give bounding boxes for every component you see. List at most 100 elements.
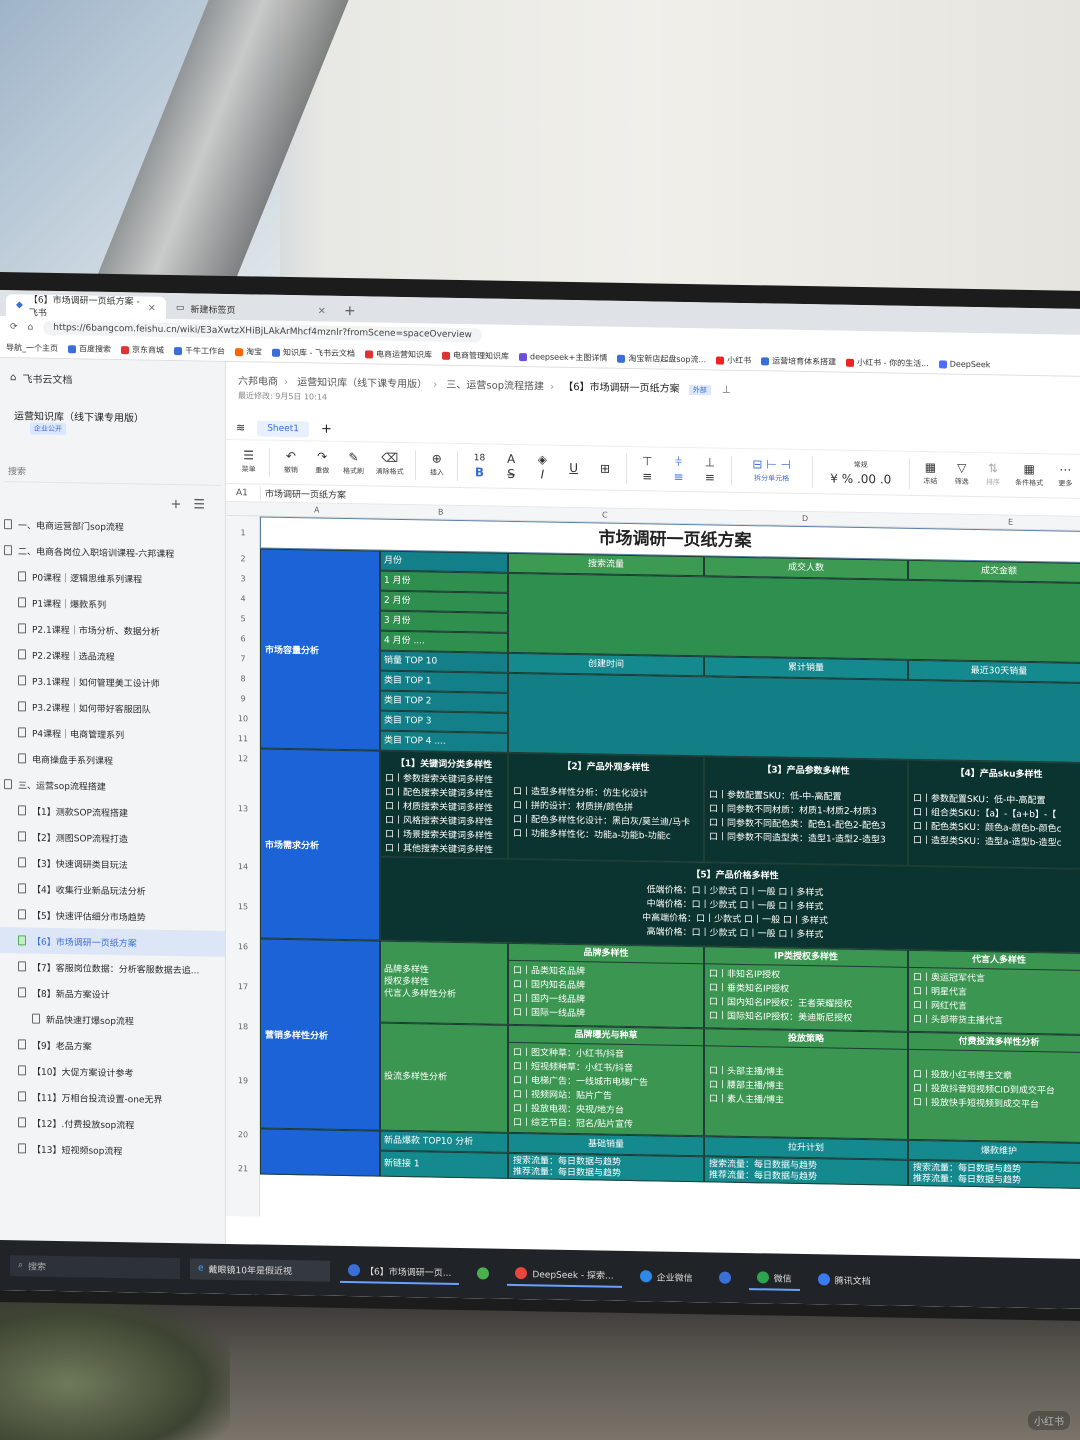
taskbar-news[interactable]: e 戴眼镜10年是假近视	[190, 1257, 330, 1282]
bookmark[interactable]: 小红书 - 你的生活...	[846, 357, 929, 369]
menu-button[interactable]: ☰ 菜单	[234, 448, 263, 475]
category-market-demand[interactable]: 市场需求分析	[260, 748, 380, 941]
sidebar-item[interactable]: 【13】短视频sop流程	[0, 1135, 225, 1165]
sidebar-item[interactable]: P4课程｜电商管理系列	[0, 719, 225, 749]
bookmark[interactable]: deepseek+主图详情	[518, 351, 607, 364]
list-icon[interactable]: ☰	[193, 497, 205, 512]
taskbar-app[interactable]: DeepSeek - 探索...	[507, 1262, 622, 1288]
number-format-select[interactable]: 常规 ¥ % .00 .0	[819, 459, 903, 487]
bookmark[interactable]: 运营培育体系搭建	[761, 355, 836, 367]
bookmark[interactable]: 淘宝	[235, 346, 262, 357]
row-header[interactable]: 7	[226, 654, 260, 664]
taskbar-app[interactable]: 【6】市场调研一页...	[340, 1259, 460, 1285]
row-header[interactable]: 13	[226, 804, 260, 814]
underline-button[interactable]: U	[559, 460, 588, 474]
strategy-cell[interactable]: 投放策略 口丨头部主播/博主 口丨腰部主播/博主 口丨素人主播/博主	[704, 1028, 908, 1140]
flow-cell[interactable]: 搜索流量：每日数据与趋势 推荐流量：每日数据与趋势	[704, 1156, 908, 1186]
taskbar-app[interactable]	[711, 1267, 739, 1287]
row-header[interactable]: 19	[226, 1076, 260, 1086]
sort-button[interactable]: ⇅ 排序	[978, 461, 1007, 488]
row-header[interactable]: 18	[226, 1022, 260, 1032]
row-header[interactable]: 15	[226, 902, 260, 912]
top10-label-cell[interactable]: 新品爆款 TOP10 分析	[380, 1130, 508, 1153]
brand-exposure-cell[interactable]: 品牌曝光与种草 口丨图文种草：小红书/抖音 口丨短视频种草：小红书/抖音 口丨电梯广…	[508, 1024, 704, 1137]
row-header[interactable]: 2	[226, 554, 260, 564]
close-icon[interactable]: ×	[148, 302, 156, 313]
month-row-label[interactable]: 4 月份 ....	[380, 630, 508, 653]
month-row-label[interactable]: 3 月份	[380, 610, 508, 633]
top-row-label[interactable]: 类目 TOP 2	[380, 690, 508, 713]
row-header[interactable]: 10	[226, 714, 260, 724]
keyword-diversity-cell[interactable]: 【1】关键词分类多样性 口丨参数搜索关键词多样性 口丨配色搜索关键词多样性 口丨材质…	[380, 750, 508, 859]
undo-button[interactable]: ↶ 撤销	[276, 449, 305, 476]
row-header[interactable]: 17	[226, 982, 260, 992]
bookmark[interactable]: 电商运营知识库	[364, 348, 432, 360]
top-row-label[interactable]: 类目 TOP 1	[380, 670, 508, 693]
column-header[interactable]: D	[802, 514, 808, 523]
insert-button[interactable]: ⊕ 插入	[422, 452, 451, 478]
bookmark[interactable]: 京东商城	[121, 344, 164, 356]
bookmark[interactable]: DeepSeek	[938, 359, 990, 369]
row-header[interactable]: 14	[226, 862, 260, 872]
pin-icon[interactable]: ⊥	[722, 385, 731, 396]
month-data-cells[interactable]	[508, 572, 1080, 664]
sheet-tab[interactable]: Sheet1	[257, 419, 309, 437]
sidebar-item[interactable]: P1课程｜爆款系列	[0, 589, 225, 619]
parameter-diversity-cell[interactable]: 【3】产品参数多样性 口丨参数配置SKU：低-中-高配置 口丨同参数不同材质：材质…	[704, 756, 908, 866]
category-marketing[interactable]: 营销多样性分析	[260, 938, 380, 1131]
bookmark[interactable]: 电商管理知识库	[441, 350, 509, 362]
sidebar-item[interactable]: 电商操盘手系列课程	[0, 745, 225, 775]
bold-icon[interactable]: B	[475, 465, 484, 479]
sidebar-item[interactable]: P3.2课程｜如何带好客服团队	[0, 693, 225, 723]
new-link-label[interactable]: 新链接 1	[380, 1150, 508, 1179]
reload-icon[interactable]: ⟳	[10, 322, 18, 332]
invest-label-cell[interactable]: 投流多样性分析	[380, 1022, 508, 1133]
label-top10[interactable]: 销量 TOP 10	[380, 650, 508, 673]
add-sheet-button[interactable]: +	[321, 422, 332, 437]
bookmark[interactable]: 千牛工作台	[174, 345, 225, 357]
align-middle-button[interactable]: ⫩ ≡	[664, 455, 693, 484]
bookmark[interactable]: 淘宝新店起盘sop流...	[617, 353, 706, 366]
align-top-button[interactable]: ⊤ ≡	[633, 454, 662, 483]
sidebar-item[interactable]: 一、电商运营部门sop流程	[0, 511, 225, 541]
format-painter-button[interactable]: ✎ 格式刷	[339, 450, 368, 477]
column-header[interactable]: E	[1008, 518, 1013, 527]
row-header[interactable]: 21	[226, 1164, 260, 1174]
new-tab-button[interactable]: +	[336, 303, 364, 322]
conditional-format-button[interactable]: ▦ 条件格式	[1010, 462, 1049, 489]
month-row-label[interactable]: 2 月份	[380, 590, 508, 613]
browser-tab-newtab[interactable]: ▭ 新建标签页 ×	[166, 297, 336, 322]
sidebar-item[interactable]: 【4】收集行业新品玩法分析	[0, 875, 225, 905]
sidebar-item[interactable]: P2.2课程｜选品流程	[0, 641, 225, 671]
row-header[interactable]: 6	[226, 634, 260, 644]
align-bottom-button[interactable]: ⊥ ≡	[695, 455, 724, 484]
bookmark[interactable]: 小红书	[716, 355, 751, 367]
price-diversity-cell[interactable]: 【5】产品价格多样性 低端价格：口丨少款式 口丨一般 口丨多样式 中端价格：口丨少…	[380, 856, 1080, 954]
flow-cell[interactable]: 搜索流量：每日数据与趋势 推荐流量：每日数据与趋势	[508, 1152, 704, 1183]
row-header[interactable]: 20	[226, 1130, 260, 1140]
sidebar-search[interactable]: 搜索	[4, 460, 221, 486]
sidebar-item[interactable]: 【8】新品方案设计	[0, 979, 225, 1009]
sidebar-item[interactable]: 【9】老品方案	[0, 1031, 225, 1061]
freeze-button[interactable]: ▦ 冻结	[916, 460, 945, 487]
sidebar-item[interactable]: P2.1课程｜市场分析、数据分析	[0, 615, 225, 645]
ip-diversity-cell[interactable]: IP类授权多样性 口丨非知名IP授权 口丨垂类知名IP授权 口丨国内知名IP授权：王…	[704, 946, 908, 1032]
sidebar-item[interactable]: 【10】大促方案设计参考	[0, 1057, 225, 1087]
paid-traffic-cell[interactable]: 付费投流多样性分析 口丨投放小红书博主文章 口丨投放抖音短视频CID到成交平台 口丨…	[908, 1031, 1080, 1144]
flow-cell[interactable]: 搜索流量：每日数据与趋势 推荐流量：每日数据与趋势	[908, 1159, 1080, 1190]
redo-button[interactable]: ↷ 重做	[308, 450, 337, 476]
fill-button[interactable]: ◈ I	[528, 452, 557, 481]
sidebar-item[interactable]: 【7】客服岗位数据：分析客服数据去追...	[0, 953, 225, 983]
top-data-cells[interactable]	[508, 672, 1080, 764]
row-header[interactable]: 4	[226, 594, 260, 604]
column-header[interactable]: B	[438, 508, 444, 517]
row-header[interactable]: 11	[226, 734, 260, 744]
row-header[interactable]: 16	[226, 942, 260, 952]
taskbar-app[interactable]	[469, 1263, 497, 1283]
sidebar-item[interactable]: 【11】万相台投流设置-one无界	[0, 1083, 225, 1113]
row-header[interactable]: 1	[226, 528, 260, 538]
taskbar-search[interactable]: ⌕ 搜索	[10, 1254, 180, 1279]
cell-reference[interactable]: A1	[226, 487, 260, 498]
column-header[interactable]: A	[314, 505, 319, 514]
formula-input[interactable]: 市场调研一页纸方案	[260, 486, 347, 502]
